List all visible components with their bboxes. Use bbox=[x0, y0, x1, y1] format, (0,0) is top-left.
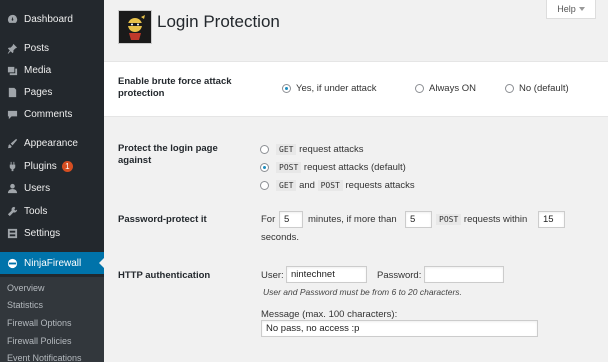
brute-force-no-label: No (default) bbox=[519, 83, 569, 94]
sidebar-item-label: Settings bbox=[24, 227, 61, 239]
active-indicator bbox=[99, 258, 104, 268]
submenu-firewall-policies[interactable]: Firewall Policies bbox=[7, 336, 72, 346]
within-option: POST requests within bbox=[436, 214, 527, 225]
brute-force-yes-label: Yes, if under attack bbox=[296, 83, 377, 94]
wrench-icon bbox=[6, 205, 18, 217]
sidebar-item-label: Posts bbox=[24, 42, 50, 54]
ninja-icon bbox=[6, 257, 18, 269]
password-protect-label: Password-protect it bbox=[118, 214, 207, 225]
protect-post-option: POST request attacks (default) bbox=[276, 162, 406, 173]
user-label: User: bbox=[261, 270, 284, 281]
update-count-badge: 1 bbox=[61, 160, 73, 172]
both-text: requests attacks bbox=[345, 180, 415, 191]
sidebar-item-label: Dashboard bbox=[24, 13, 73, 25]
sidebar-item-media[interactable]: Media bbox=[0, 59, 104, 81]
get-text: request attacks bbox=[299, 144, 364, 155]
user-icon bbox=[6, 182, 18, 194]
credentials-note: User and Password must be from 6 to 20 c… bbox=[263, 287, 462, 297]
post-code: POST bbox=[276, 162, 302, 173]
divider bbox=[104, 116, 608, 117]
media-icon bbox=[6, 64, 18, 76]
attempts-input[interactable]: 5 bbox=[405, 211, 432, 228]
protect-both-option: GET and POST requests attacks bbox=[276, 180, 415, 191]
sidebar-item-label: Comments bbox=[24, 108, 73, 120]
sidebar-item-label: Pages bbox=[24, 86, 53, 98]
sidebar-item-tools[interactable]: Tools bbox=[0, 200, 104, 222]
sidebar-item-posts[interactable]: Posts bbox=[0, 37, 104, 59]
seconds-text: seconds. bbox=[261, 232, 300, 243]
submenu-overview[interactable]: Overview bbox=[7, 283, 45, 293]
sidebar-item-comments[interactable]: Comments bbox=[0, 103, 104, 125]
submenu-firewall-options[interactable]: Firewall Options bbox=[7, 318, 72, 328]
within-text: requests within bbox=[463, 214, 528, 225]
settings-icon bbox=[6, 227, 18, 239]
minutes-text: minutes, if more than bbox=[308, 214, 397, 225]
comment-icon bbox=[6, 108, 18, 120]
help-label: Help bbox=[557, 4, 576, 14]
sidebar-item-ninjafirewall[interactable]: NinjaFirewall bbox=[0, 252, 104, 274]
post-code: POST bbox=[436, 214, 462, 225]
divider bbox=[104, 61, 608, 62]
seconds-input[interactable]: 15 bbox=[538, 211, 565, 228]
password-input[interactable] bbox=[424, 266, 504, 283]
protect-post-radio[interactable] bbox=[260, 163, 269, 172]
sidebar-item-label: Users bbox=[24, 182, 51, 194]
sidebar-item-users[interactable]: Users bbox=[0, 177, 104, 199]
brute-force-label: Enable brute force attack protection bbox=[118, 76, 232, 99]
username-input[interactable]: nintechnet bbox=[286, 266, 367, 283]
protect-both-radio[interactable] bbox=[260, 181, 269, 190]
ninjafirewall-logo bbox=[118, 10, 152, 44]
brute-force-always-label: Always ON bbox=[429, 83, 476, 94]
page-title: Login Protection bbox=[157, 12, 280, 31]
message-input[interactable]: No pass, no access :p bbox=[261, 320, 538, 337]
plug-icon bbox=[6, 160, 18, 172]
protect-get-radio[interactable] bbox=[260, 145, 269, 154]
brute-force-always-radio[interactable] bbox=[415, 84, 424, 93]
post-text: request attacks (default) bbox=[303, 162, 406, 173]
sidebar-item-label: Plugins bbox=[24, 160, 57, 172]
message-label: Message (max. 100 characters): bbox=[261, 309, 398, 320]
sidebar-item-label: Media bbox=[24, 64, 52, 76]
brute-force-yes-radio[interactable] bbox=[282, 84, 291, 93]
pin-icon bbox=[6, 42, 18, 54]
get-code: GET bbox=[276, 180, 297, 191]
http-auth-label: HTTP authentication bbox=[118, 270, 211, 281]
submenu-event-notifications[interactable]: Event Notifications bbox=[7, 353, 82, 362]
brush-icon bbox=[6, 137, 18, 149]
pages-icon bbox=[6, 86, 18, 98]
password-label: Password: bbox=[377, 270, 422, 281]
sidebar-item-dashboard[interactable]: Dashboard bbox=[0, 8, 104, 30]
sidebar-item-appearance[interactable]: Appearance bbox=[0, 132, 104, 154]
sidebar-item-label: Appearance bbox=[24, 137, 78, 149]
sidebar-item-label: NinjaFirewall bbox=[24, 257, 82, 269]
sidebar-item-plugins[interactable]: Plugins 1 bbox=[0, 155, 104, 177]
dashboard-icon bbox=[6, 13, 18, 25]
brute-force-no-radio[interactable] bbox=[505, 84, 514, 93]
and-text: and bbox=[299, 180, 315, 191]
post-code: POST bbox=[317, 180, 343, 191]
get-code: GET bbox=[276, 144, 297, 155]
minutes-input[interactable]: 5 bbox=[279, 211, 303, 228]
submenu-statistics[interactable]: Statistics bbox=[7, 300, 43, 310]
sidebar-item-pages[interactable]: Pages bbox=[0, 81, 104, 103]
ninjafirewall-submenu: Overview Statistics Firewall Options Fir… bbox=[0, 277, 104, 362]
sidebar-item-label: Tools bbox=[24, 205, 48, 217]
sidebar-item-settings[interactable]: Settings bbox=[0, 222, 104, 244]
for-text: For bbox=[261, 214, 276, 225]
protect-get-option: GET request attacks bbox=[276, 144, 364, 155]
chevron-down-icon bbox=[578, 7, 585, 11]
help-tab-button[interactable]: Help bbox=[546, 0, 596, 19]
protect-login-label: Protect the login page against bbox=[118, 143, 218, 166]
